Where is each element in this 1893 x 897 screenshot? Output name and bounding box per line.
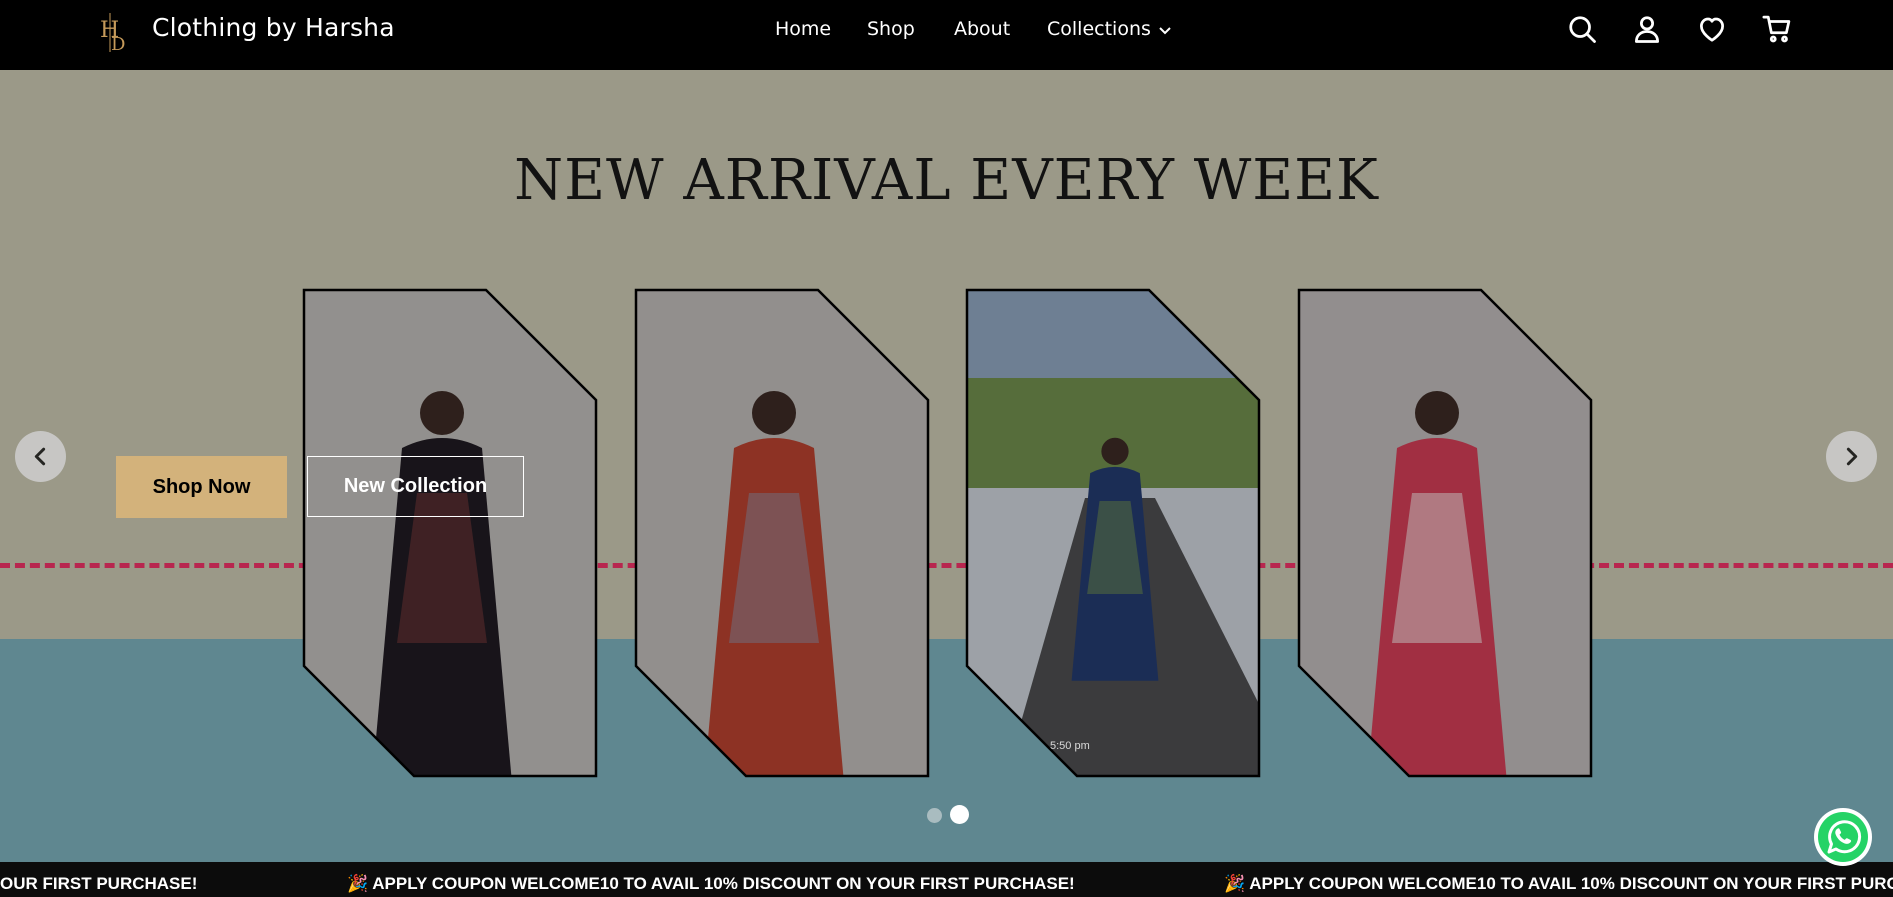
pink-printed-kurta-photo[interactable] bbox=[1297, 288, 1593, 778]
product-cards bbox=[0, 0, 1893, 897]
ticker-message-3: 🎉 APPLY COUPON WELCOME10 TO AVAIL 10% DI… bbox=[1224, 874, 1893, 893]
whatsapp-icon bbox=[1818, 812, 1868, 862]
ticker-message-2: 🎉 APPLY COUPON WELCOME10 TO AVAIL 10% DI… bbox=[347, 874, 1075, 893]
whatsapp-button[interactable] bbox=[1814, 808, 1872, 866]
card-caption: 5:50 pm bbox=[1050, 740, 1090, 752]
ticker-message-1: OUR FIRST PURCHASE! bbox=[0, 874, 198, 893]
red-printed-kurta-photo-image bbox=[634, 288, 930, 778]
announcement-ticker: OUR FIRST PURCHASE! 🎉 APPLY COUPON WELCO… bbox=[0, 862, 1893, 897]
new-collection-button[interactable]: New Collection bbox=[307, 456, 524, 517]
carousel-dot-1[interactable] bbox=[927, 808, 942, 823]
chevron-right-icon bbox=[1846, 447, 1858, 466]
carousel-next-button[interactable] bbox=[1826, 431, 1877, 482]
shop-now-button[interactable]: Shop Now bbox=[116, 456, 287, 518]
carousel-dots bbox=[0, 805, 1893, 827]
chevron-left-icon bbox=[34, 447, 46, 466]
black-printed-kurta-photo-image bbox=[302, 288, 598, 778]
blue-shirt-dress-photo[interactable] bbox=[965, 288, 1261, 778]
black-printed-kurta-photo[interactable] bbox=[302, 288, 598, 778]
red-printed-kurta-photo[interactable] bbox=[634, 288, 930, 778]
carousel-prev-button[interactable] bbox=[15, 431, 66, 482]
pink-printed-kurta-photo-image bbox=[1297, 288, 1593, 778]
carousel-dot-2[interactable] bbox=[950, 805, 969, 824]
blue-shirt-dress-photo-image bbox=[965, 288, 1261, 778]
